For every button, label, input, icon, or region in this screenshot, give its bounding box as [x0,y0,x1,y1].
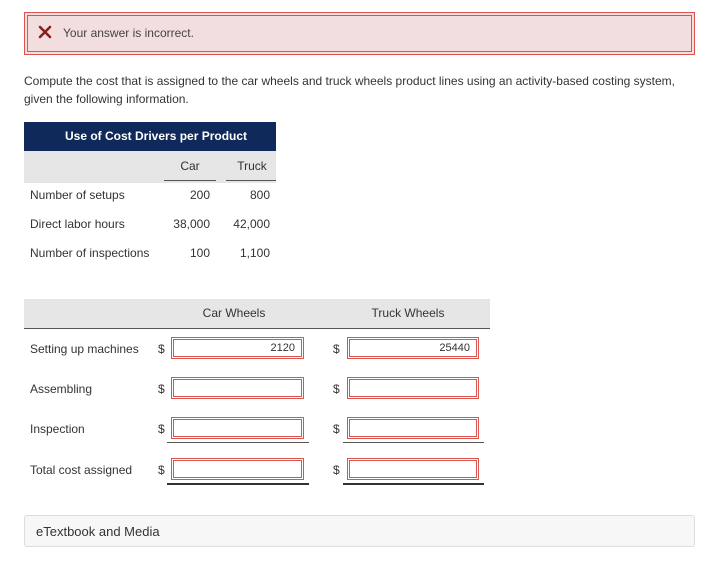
drivers-row-inspections-label: Number of inspections [30,246,150,260]
incorrect-answer-alert: Your answer is incorrect. [24,12,695,55]
currency-symbol: $ [158,382,165,396]
car-assembling-input[interactable] [171,377,304,399]
currency-symbol: $ [158,422,165,436]
drivers-row-setups-label: Number of setups [30,188,125,202]
total-separator-truck [343,442,484,443]
currency-symbol: $ [333,422,340,436]
car-inspection-input[interactable] [171,417,304,439]
answer-col-car-wheels: Car Wheels [202,306,266,320]
answer-row-assembling-label: Assembling [30,382,93,396]
total-separator-car [167,442,309,443]
drivers-col-truck-rule [226,180,276,181]
drivers-row-setups-car: 200 [189,188,210,202]
drivers-col-car: Car [180,159,200,173]
currency-symbol: $ [333,382,340,396]
drivers-row-inspections-truck: 1,100 [239,246,270,260]
answer-table-header: Car Wheels Truck Wheels [24,299,490,329]
drivers-row-setups-truck: 800 [249,188,270,202]
question-text: Compute the cost that is assigned to the… [24,74,675,106]
currency-symbol: $ [158,463,165,477]
answer-col-truck-wheels: Truck Wheels [371,306,445,320]
etextbook-media-button[interactable]: eTextbook and Media [24,515,695,547]
drivers-row-labor-label: Direct labor hours [30,217,125,231]
car-setup-input[interactable] [171,337,304,359]
total-underline-car [167,483,309,485]
drivers-row-labor-car: 38,000 [173,217,210,231]
drivers-col-truck: Truck [237,159,267,173]
answer-row-inspection-label: Inspection [30,422,85,436]
answer-row-total-label: Total cost assigned [30,463,133,477]
truck-total-input[interactable] [347,458,479,480]
drivers-row-inspections-car: 100 [189,246,210,260]
currency-symbol: $ [333,342,340,356]
drivers-table-header: Car Truck [24,151,276,183]
alert-message: Your answer is incorrect. [63,26,194,40]
car-total-input[interactable] [171,458,304,480]
x-icon [38,25,52,39]
answer-row-setup-label: Setting up machines [30,342,139,356]
currency-symbol: $ [333,463,340,477]
drivers-row-labor-truck: 42,000 [233,217,270,231]
drivers-table-title: Use of Cost Drivers per Product [24,122,276,151]
truck-assembling-input[interactable] [347,377,479,399]
truck-setup-input[interactable] [347,337,479,359]
truck-inspection-input[interactable] [347,417,479,439]
drivers-col-car-rule [164,180,216,181]
currency-symbol: $ [158,342,165,356]
total-underline-truck [343,483,484,485]
